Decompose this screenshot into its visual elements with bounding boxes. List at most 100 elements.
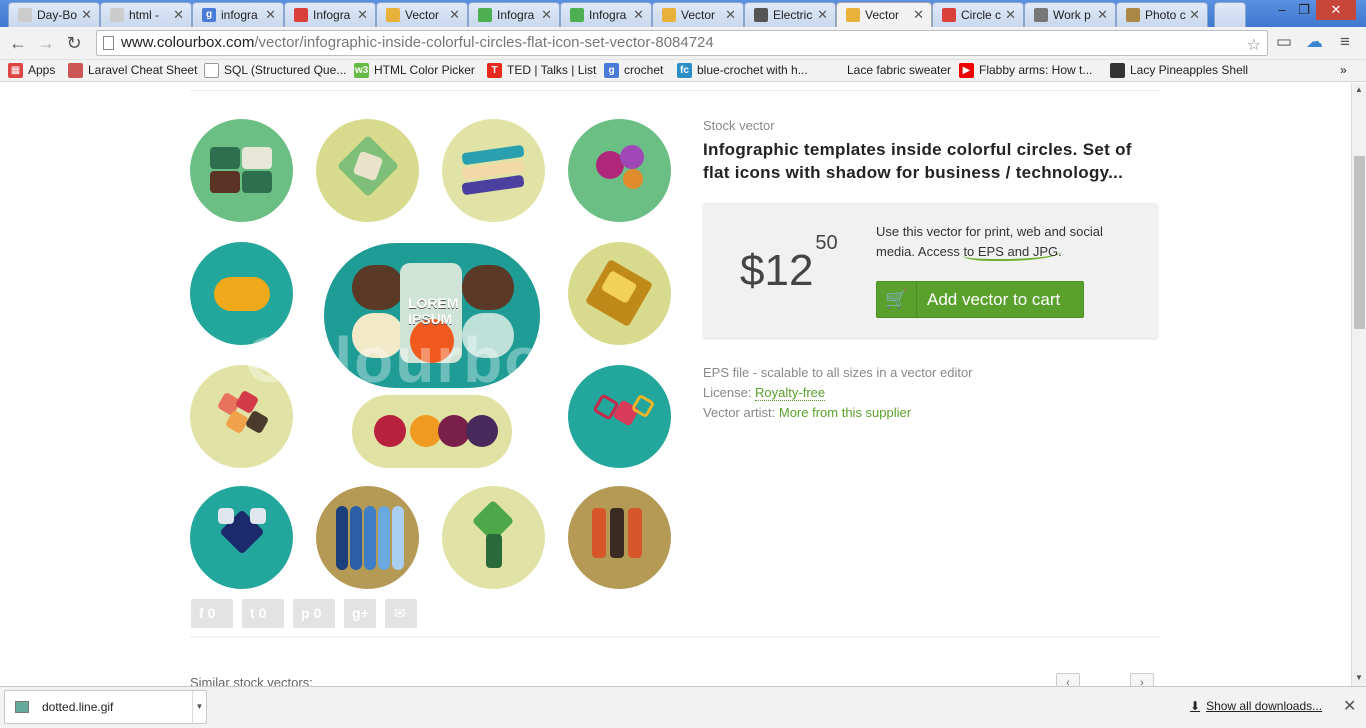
bookmark-crochet[interactable]: g crochet xyxy=(604,63,663,78)
laravel-icon xyxy=(68,63,83,78)
infographic-circle xyxy=(190,365,293,468)
close-icon[interactable]: ✕ xyxy=(449,7,460,23)
ted-icon: T xyxy=(487,63,502,78)
bookmark-apps[interactable]: ▦ Apps xyxy=(8,63,55,78)
close-icon[interactable]: ✕ xyxy=(357,7,368,23)
tab-vector-2[interactable]: Vector ✕ xyxy=(652,2,744,27)
supplier-link[interactable]: More from this supplier xyxy=(779,405,911,420)
green-favicon-icon xyxy=(570,8,584,22)
bookmark-lace-sweater[interactable]: Lace fabric sweater xyxy=(827,63,951,77)
email-share-button[interactable]: ✉ xyxy=(385,599,417,628)
tab-label: Circle c xyxy=(961,8,1002,22)
new-tab-button[interactable] xyxy=(1214,2,1246,27)
license-label: License: xyxy=(703,385,756,400)
license-link[interactable]: Royalty-free xyxy=(755,385,826,401)
infographic-circle xyxy=(568,242,671,345)
tab-electric[interactable]: Electric ✕ xyxy=(744,2,836,27)
close-icon[interactable]: ✕ xyxy=(265,7,276,23)
tab-strip: Day-Bo ✕ html - ✕ g infogra ✕ Infogra ✕ Vecto… xyxy=(0,0,1366,27)
window-close-icon[interactable]: ✕ xyxy=(1316,0,1356,20)
download-filename: dotted.line.gif xyxy=(42,700,114,714)
facebook-share-button[interactable]: f0 xyxy=(191,599,233,628)
close-icon[interactable]: ✕ xyxy=(1343,696,1356,716)
tab-circle[interactable]: Circle c ✕ xyxy=(932,2,1024,27)
twitter-share-button[interactable]: t0 xyxy=(242,599,284,628)
toolbar: ← → ↻ www.colourbox.com/vector/infograph… xyxy=(0,27,1366,60)
product-image[interactable]: LOREM IPSUM Colourbox xyxy=(190,118,680,598)
cart-icon: 🛒 xyxy=(877,282,917,317)
google-icon: g xyxy=(604,63,619,78)
close-icon[interactable]: ✕ xyxy=(913,7,924,23)
address-bar[interactable]: www.colourbox.com/vector/infographic-ins… xyxy=(96,30,1268,56)
bookmark-blue-crochet[interactable]: fc blue-crochet with h... xyxy=(677,63,808,78)
infographic-pill xyxy=(352,395,512,468)
pinterest-share-button[interactable]: p0 xyxy=(293,599,335,628)
close-icon[interactable]: ✕ xyxy=(1189,7,1200,23)
restore-icon[interactable]: ❐ xyxy=(1294,0,1314,20)
tab-html[interactable]: html - ✕ xyxy=(100,2,192,27)
next-page-button[interactable]: › xyxy=(1130,673,1154,686)
bookmarks-overflow-icon[interactable]: » xyxy=(1340,63,1347,77)
close-icon[interactable]: ✕ xyxy=(81,7,92,23)
tab-label: Infogra xyxy=(589,8,627,22)
tab-vector[interactable]: Vector ✕ xyxy=(376,2,468,27)
minimize-icon[interactable]: – xyxy=(1272,0,1292,20)
close-icon[interactable]: ✕ xyxy=(173,7,184,23)
divider xyxy=(190,636,1160,638)
scroll-up-icon[interactable]: ▲ xyxy=(1355,85,1363,94)
red-favicon-icon xyxy=(942,8,956,22)
image-file-icon xyxy=(15,701,29,713)
chevron-down-icon[interactable]: ▼ xyxy=(192,691,206,723)
tab-work[interactable]: Work p ✕ xyxy=(1024,2,1116,27)
site-icon xyxy=(754,8,768,22)
infographic-circle xyxy=(316,119,419,222)
divider xyxy=(190,90,1160,91)
blank-icon xyxy=(827,63,842,78)
close-icon[interactable]: ✕ xyxy=(1097,7,1108,23)
w3-icon: w3 xyxy=(354,63,369,78)
license-row: License: Royalty-free xyxy=(703,383,973,403)
tab-photo[interactable]: Photo c ✕ xyxy=(1116,2,1208,27)
forward-icon[interactable]: → xyxy=(34,32,58,54)
bookmarks-bar: ▦ Apps Laravel Cheat Sheet SQL (Structure… xyxy=(0,60,1366,82)
bookmark-label: Laravel Cheat Sheet xyxy=(88,63,198,77)
tab-infographic-2[interactable]: Infogra ✕ xyxy=(468,2,560,27)
prev-page-button[interactable]: ‹ xyxy=(1056,673,1080,686)
product-meta: EPS file - scalable to all sizes in a ve… xyxy=(703,363,973,423)
page-icon xyxy=(18,8,32,22)
tab-infographic-3[interactable]: Infogra ✕ xyxy=(560,2,652,27)
bookmark-flabby-arms[interactable]: ▶ Flabby arms: How t... xyxy=(959,63,1092,78)
bookmark-label: SQL (Structured Que... xyxy=(224,63,347,77)
cast-icon[interactable]: ▭ xyxy=(1276,32,1292,52)
close-icon[interactable]: ✕ xyxy=(633,7,644,23)
bookmark-lacy-pineapples[interactable]: Lacy Pineapples Shell xyxy=(1110,63,1248,78)
star-icon[interactable]: ☆ xyxy=(1247,34,1261,58)
tab-infographic-google[interactable]: g infogra ✕ xyxy=(192,2,284,27)
cloud-icon[interactable]: ☁ xyxy=(1306,32,1323,52)
page-scrollbar[interactable]: ▲ ▼ xyxy=(1351,83,1366,686)
scroll-thumb[interactable] xyxy=(1354,156,1365,329)
bookmark-color-picker[interactable]: w3 HTML Color Picker xyxy=(354,63,475,78)
download-item[interactable]: dotted.line.gif ▼ xyxy=(4,690,207,724)
lorem-label: LOREM IPSUM xyxy=(408,295,459,327)
tab-day-bo[interactable]: Day-Bo ✕ xyxy=(8,2,100,27)
add-to-cart-button[interactable]: 🛒 Add vector to cart xyxy=(876,281,1084,318)
menu-icon[interactable]: ≡ xyxy=(1340,32,1350,52)
scroll-down-icon[interactable]: ▼ xyxy=(1355,673,1363,682)
bookmark-ted[interactable]: T TED | Talks | List xyxy=(487,63,596,78)
bookmark-sql[interactable]: SQL (Structured Que... xyxy=(204,63,347,78)
close-icon[interactable]: ✕ xyxy=(817,7,828,23)
tab-label: html - xyxy=(129,8,159,22)
google-plus-share-button[interactable]: g+ xyxy=(344,599,376,628)
close-icon[interactable]: ✕ xyxy=(1005,7,1016,23)
back-icon[interactable]: ← xyxy=(6,32,30,54)
url-host: www.colourbox.com xyxy=(121,34,255,51)
bookmark-laravel[interactable]: Laravel Cheat Sheet xyxy=(68,63,198,78)
close-icon[interactable]: ✕ xyxy=(725,7,736,23)
reload-icon[interactable]: ↻ xyxy=(62,32,86,54)
tab-infographic[interactable]: Infogra ✕ xyxy=(284,2,376,27)
show-all-downloads-link[interactable]: ⬇ Show all downloads... xyxy=(1190,699,1322,713)
close-icon[interactable]: ✕ xyxy=(541,7,552,23)
tab-vector-active[interactable]: Vector ✕ xyxy=(836,2,932,27)
fc-icon: fc xyxy=(677,63,692,78)
